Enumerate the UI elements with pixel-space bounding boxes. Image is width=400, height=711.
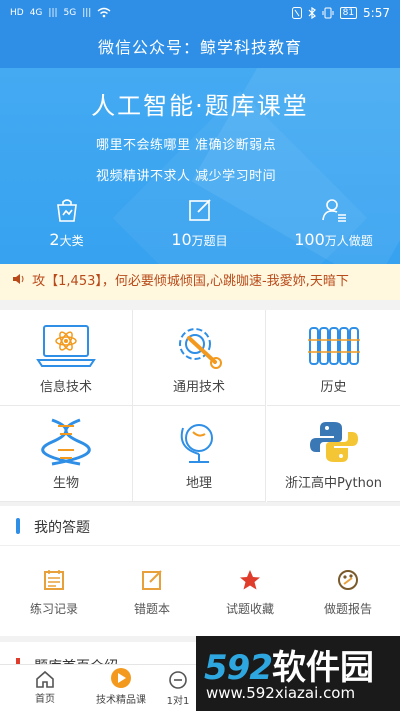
stat-number: 100	[294, 230, 325, 249]
stat-categories: 2大类	[0, 196, 133, 249]
subject-label: 浙江高中Python	[284, 476, 383, 491]
bag-icon	[56, 199, 77, 222]
signal-4g-icon: 4G	[29, 7, 43, 18]
calendar-icon	[44, 570, 64, 590]
status-right: 81 5:57	[291, 6, 390, 20]
action-label: 练习记录	[29, 602, 78, 616]
section-title: 我的答题	[34, 520, 90, 536]
favorites-button[interactable]: 试题收藏	[200, 568, 300, 617]
subject-label: 地理	[185, 476, 212, 491]
watermark-number: 592	[204, 648, 273, 688]
home-icon	[36, 670, 54, 688]
notice-marquee[interactable]: 攻【1,453】，何必要倾城倾国,心跳咖速-我愛妳,天暗下	[0, 264, 400, 300]
watermark-brand: 592软件园	[204, 640, 374, 689]
palette-icon	[338, 570, 358, 590]
vibrate-icon	[322, 7, 334, 19]
practice-record-button[interactable]: 练习记录	[4, 568, 104, 617]
python-icon	[309, 422, 358, 462]
subject-info-tech[interactable]: 信息技术	[0, 310, 133, 406]
wrong-questions-button[interactable]: 错题本	[102, 568, 202, 617]
my-answers-section: 我的答题 练习记录 错题本 试题收藏 做题报告	[0, 506, 400, 636]
stat-questions: 10万题目	[133, 196, 266, 249]
subject-biology[interactable]: 生物	[0, 406, 133, 502]
subject-history[interactable]: 历史	[267, 310, 400, 406]
clock: 5:57	[363, 6, 390, 20]
signal-bars-icon: |||	[82, 7, 92, 18]
watermark-text: 软件园	[271, 648, 374, 688]
wifi-icon	[97, 7, 111, 18]
stat-unit: 万人做题	[324, 234, 373, 248]
watermark-url: www.592xiazai.com	[206, 684, 356, 702]
subject-label: 信息技术	[39, 380, 92, 395]
hero-title: 人工智能·题库课堂	[91, 92, 309, 120]
stat-number: 2	[49, 230, 60, 249]
gear-wrench-icon	[179, 328, 222, 369]
hd-icon: HD	[10, 7, 24, 18]
user-icon	[321, 199, 346, 222]
status-left: HD 4G ||| 5G |||	[10, 7, 111, 18]
action-label: 错题本	[133, 602, 170, 616]
subject-label: 历史	[320, 380, 347, 395]
stat-unit: 大类	[59, 234, 84, 248]
hero-banner[interactable]: 人工智能·题库课堂 哪里不会练哪里 准确诊断弱点 视频精讲不求人 减少学习时间 …	[0, 68, 400, 264]
dna-icon	[41, 418, 91, 466]
hero-tagline-1: 哪里不会练哪里 准确诊断弱点	[96, 138, 277, 153]
subject-label: 生物	[52, 476, 79, 491]
edit-icon	[142, 570, 162, 590]
stat-unit: 万题目	[191, 234, 228, 248]
status-bar: HD 4G ||| 5G ||| 81 5:57	[0, 0, 400, 28]
section-header: 我的答题	[0, 506, 400, 546]
play-icon	[111, 668, 131, 688]
star-icon	[240, 570, 260, 590]
hero-tagline-2: 视频精讲不求人 减少学习时间	[96, 169, 277, 184]
subject-label: 通用技术	[172, 380, 225, 395]
stat-number: 10	[171, 230, 192, 249]
globe-icon	[180, 424, 213, 463]
report-button[interactable]: 做题报告	[298, 568, 398, 617]
action-label: 做题报告	[323, 602, 372, 616]
edit-icon	[188, 199, 211, 221]
tutor-icon	[169, 671, 187, 689]
subject-general-tech[interactable]: 通用技术	[133, 310, 266, 406]
section-marker	[16, 518, 20, 534]
subject-grid: 信息技术 通用技术 历史 生物 地理 浙江高中Python	[0, 310, 400, 502]
subject-python[interactable]: 浙江高中Python	[267, 406, 400, 502]
title-bar: 微信公众号：鲸学科技教育	[0, 28, 400, 68]
signal-5g-icon: 5G	[63, 7, 77, 18]
notice-text: 攻【1,453】，何必要倾城倾国,心跳咖速-我愛妳,天暗下	[32, 274, 349, 289]
battery-icon: 81	[339, 7, 358, 19]
action-label: 试题收藏	[225, 602, 274, 616]
watermark: 592软件园 www.592xiazai.com	[196, 636, 400, 711]
signal-bars-icon: |||	[48, 7, 58, 18]
subject-geography[interactable]: 地理	[133, 406, 266, 502]
scroll-icon	[307, 327, 360, 365]
bluetooth-icon	[308, 7, 316, 19]
page-title: 微信公众号：鲸学科技教育	[97, 38, 302, 57]
nfc-icon	[291, 7, 302, 19]
speaker-icon	[13, 274, 24, 284]
stat-users: 100万人做题	[267, 196, 400, 249]
laptop-atom-icon	[36, 325, 96, 367]
